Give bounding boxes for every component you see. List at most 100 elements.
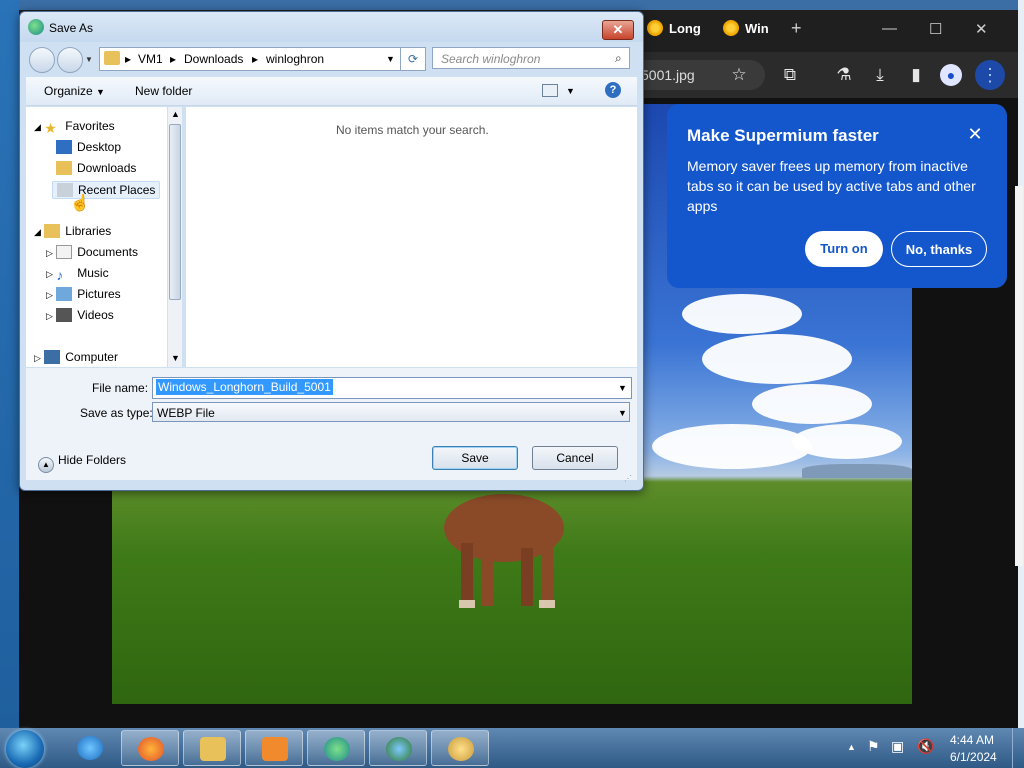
documents-icon	[56, 245, 73, 259]
tree-computer[interactable]: ▷ Computer	[34, 350, 118, 364]
dialog-title: Save As	[49, 21, 94, 35]
tree-music[interactable]: ▷ ♪ Music	[46, 266, 109, 283]
taskbar-ie[interactable]	[61, 730, 119, 766]
new-folder-button[interactable]: New folder	[135, 84, 192, 98]
file-name-dropdown-icon[interactable]: ▼	[618, 383, 627, 393]
turn-on-button[interactable]: Turn on	[805, 231, 883, 267]
show-desktop-button[interactable]	[1012, 728, 1024, 768]
search-input[interactable]: Search winloghron	[432, 47, 630, 69]
collapse-arrow-icon: ▷	[46, 269, 53, 279]
labs-flask-icon[interactable]: ⚗	[833, 64, 855, 86]
breadcrumb-downloads[interactable]: Downloads	[184, 52, 243, 66]
new-tab-button[interactable]: +	[791, 18, 802, 39]
taskbar-paint[interactable]	[431, 730, 489, 766]
taskbar-firefox[interactable]	[121, 730, 179, 766]
tab-favicon-icon	[647, 20, 663, 36]
no-thanks-button[interactable]: No, thanks	[891, 231, 987, 267]
volume-muted-icon[interactable]: 🔇	[917, 738, 934, 755]
taskbar-explorer[interactable]	[183, 730, 241, 766]
view-options-icon[interactable]	[542, 84, 558, 97]
tree-label: Videos	[77, 308, 114, 322]
popup-close-icon[interactable]: ✕	[965, 124, 985, 144]
organize-menu[interactable]: Organize ▼	[44, 84, 105, 98]
tree-label: Music	[77, 266, 109, 280]
collapse-arrow-icon: ▷	[34, 353, 41, 363]
expand-arrow-icon: ◢	[34, 122, 41, 132]
cancel-button[interactable]: Cancel	[532, 446, 618, 470]
file-name-value[interactable]: Windows_Longhorn_Build_5001	[156, 379, 333, 395]
view-dropdown-icon[interactable]: ▼	[566, 86, 575, 96]
download-manager-icon	[386, 737, 412, 761]
profile-avatar-icon[interactable]: ●	[940, 64, 962, 86]
maximize-button[interactable]: ☐	[929, 20, 942, 38]
tree-label: Computer	[65, 350, 118, 364]
navigation-pane: ◢ ★ Favorites Desktop Downloads Recent Pl…	[26, 107, 181, 367]
tree-downloads[interactable]: Downloads	[56, 161, 136, 175]
search-icon[interactable]: ⌕	[615, 51, 622, 66]
taskbar-download-manager[interactable]	[369, 730, 427, 766]
recent-pages-chevron-icon[interactable]: ▼	[85, 55, 93, 64]
dialog-titlebar[interactable]	[20, 12, 643, 42]
minimize-button[interactable]: —	[882, 20, 897, 37]
clock-time[interactable]: 4:44 AM	[950, 733, 994, 747]
save-button[interactable]: Save	[432, 446, 518, 470]
breadcrumb-separator-icon: ▸	[170, 52, 177, 66]
scroll-down-icon[interactable]: ▼	[171, 353, 180, 363]
menu-kebab-icon[interactable]: ⋮	[975, 60, 1005, 90]
extensions-icon[interactable]: ⧉	[779, 64, 801, 86]
tree-desktop[interactable]: Desktop	[56, 140, 121, 154]
tree-videos[interactable]: ▷ Videos	[46, 308, 114, 322]
popup-body: Memory saver frees up memory from inacti…	[687, 158, 976, 214]
system-tray: ▲ ⚑ ▣ 🔇	[845, 730, 965, 766]
organize-label: Organize	[44, 84, 93, 98]
command-bar: Organize ▼ New folder ▼ ?	[26, 77, 637, 106]
computer-icon	[44, 350, 61, 364]
network-icon[interactable]: ▣	[891, 738, 904, 755]
tree-favorites[interactable]: ◢ ★ Favorites	[34, 119, 115, 136]
flag-icon[interactable]: ⚑	[867, 738, 880, 755]
start-button[interactable]	[6, 730, 44, 768]
refresh-icon[interactable]: ⟳	[400, 47, 426, 71]
address-dropdown-icon[interactable]: ▼	[386, 54, 395, 64]
browser-tab-long[interactable]: Long	[647, 20, 701, 44]
side-panel-icon[interactable]: ▮	[905, 64, 927, 86]
tree-label: Downloads	[77, 161, 137, 175]
tree-libraries[interactable]: ◢ Libraries	[34, 224, 111, 238]
taskbar-media-player[interactable]	[245, 730, 303, 766]
hide-folders-button[interactable]: ▲ Hide Folders	[38, 453, 126, 473]
scrollbar-thumb[interactable]	[169, 124, 181, 300]
tree-pictures[interactable]: ▷ Pictures	[46, 287, 121, 301]
window-close-button[interactable]: ✕	[975, 20, 988, 38]
resize-grip-icon[interactable]: ⋰	[624, 474, 632, 483]
desktop-background	[0, 0, 19, 728]
back-button[interactable]	[29, 47, 55, 73]
breadcrumb-vm1[interactable]: VM1	[138, 52, 163, 66]
save-as-type-label: Save as type:	[80, 406, 153, 420]
taskbar-supermium[interactable]	[307, 730, 365, 766]
show-hidden-icons-icon[interactable]: ▲	[847, 742, 856, 752]
scroll-up-icon[interactable]: ▲	[171, 109, 180, 119]
clock-date[interactable]: 6/1/2024	[950, 750, 997, 764]
forward-button[interactable]	[57, 47, 83, 73]
supermium-icon	[324, 737, 350, 761]
tree-recent-places[interactable]: Recent Places	[52, 181, 161, 199]
breadcrumb-winloghron[interactable]: winloghron	[266, 52, 324, 66]
dialog-close-button[interactable]: ✕	[602, 20, 634, 40]
save-as-type-select[interactable]: WEBP File	[152, 402, 630, 422]
navigation-bar: ▼ ▸ VM1 ▸ Downloads ▸ winloghron ▼ ⟳ Sea…	[20, 43, 643, 75]
save-as-type-dropdown-icon[interactable]: ▼	[618, 408, 627, 418]
save-as-type-value: WEBP File	[157, 406, 215, 420]
folder-icon	[104, 51, 120, 65]
star-icon: ★	[44, 120, 57, 136]
url-text: 5001.jpg	[641, 67, 695, 83]
help-icon[interactable]: ?	[605, 82, 621, 98]
download-icon[interactable]: ⤓	[869, 64, 891, 86]
address-breadcrumb[interactable]: ▸ VM1 ▸ Downloads ▸ winloghron ▼	[99, 47, 401, 71]
file-list-pane[interactable]	[186, 107, 637, 367]
app-icon	[28, 19, 44, 35]
folder-icon	[200, 737, 226, 761]
bookmark-star-icon[interactable]: ☆	[728, 64, 750, 86]
paint-icon	[448, 737, 474, 761]
browser-tab-win[interactable]: Win	[723, 20, 769, 44]
tree-documents[interactable]: ▷ Documents	[46, 245, 138, 259]
